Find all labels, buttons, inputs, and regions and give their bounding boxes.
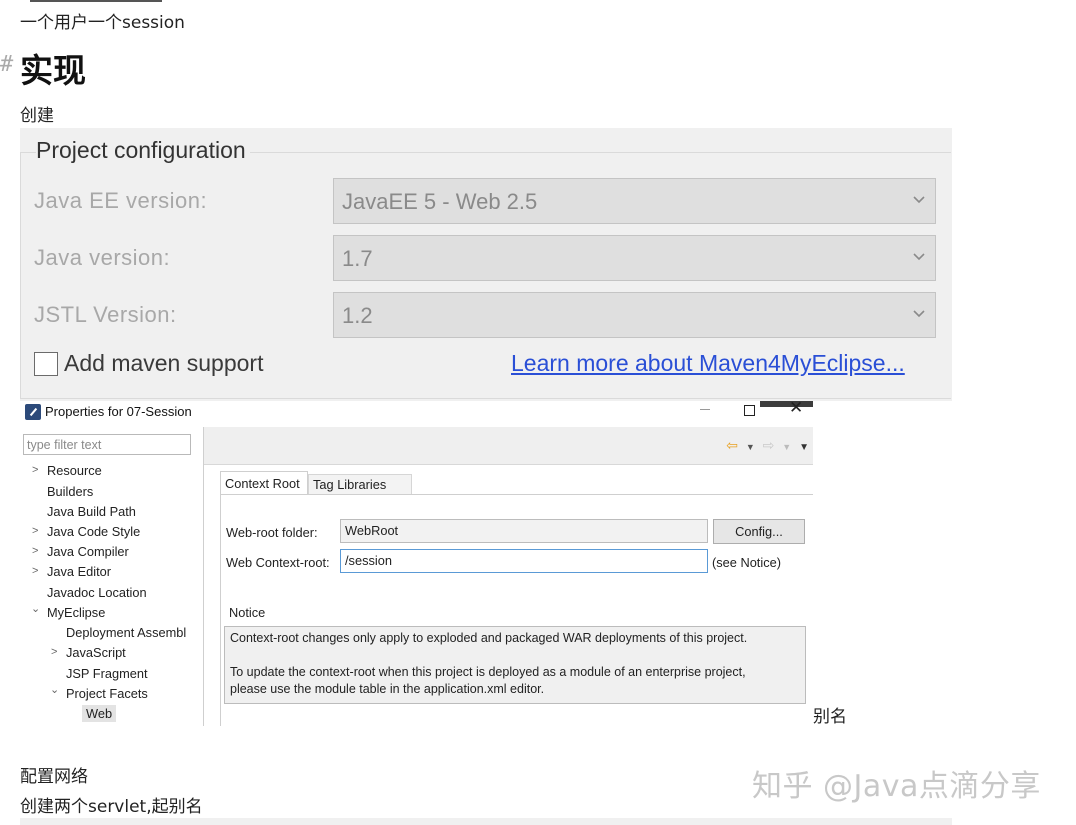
tree-item-java-build-path[interactable]: Java Build Path	[47, 504, 136, 519]
chevron-down-icon	[913, 310, 925, 318]
paragraph-session-per-user: 一个用户一个session	[20, 13, 185, 33]
java-version-label: Java version:	[34, 245, 171, 270]
paragraph-alias: 别名	[813, 707, 847, 727]
notice-heading: Notice	[229, 605, 266, 620]
properties-dialog: Properties for 07-Session ✕ > Resource B…	[20, 401, 813, 726]
property-page: ⇦ ▼ ⇨ ▼ ▼ Context Root Tag Libraries Web…	[204, 427, 813, 726]
tree-item-java-code-style[interactable]: Java Code Style	[47, 524, 140, 539]
forward-arrow-icon[interactable]: ⇨	[763, 437, 775, 453]
tree-item-javascript[interactable]: JavaScript	[66, 645, 126, 660]
jstl-version-select[interactable]: 1.2	[333, 292, 936, 338]
java-ee-version-label: Java EE version:	[34, 188, 208, 213]
section-heading: 实现	[20, 51, 86, 90]
zhihu-watermark: 知乎 @Java点滴分享	[752, 769, 1041, 804]
tree-item-deployment-assembly[interactable]: Deployment Assembl	[66, 625, 186, 640]
notice-line: please use the module table in the appli…	[230, 682, 545, 696]
tab-tag-libraries[interactable]: Tag Libraries	[308, 474, 412, 494]
tree-item-project-facets[interactable]: Project Facets	[66, 686, 148, 701]
collapse-arrow-icon[interactable]: ⌄	[50, 683, 59, 696]
filter-input-wrapper	[23, 434, 191, 455]
project-configuration-panel: Project configuration Java EE version: J…	[20, 128, 952, 401]
web-context-root-label: Web Context-root:	[226, 555, 330, 570]
close-button[interactable]: ✕	[789, 401, 803, 418]
forward-history-dropdown-icon[interactable]: ▼	[782, 442, 791, 452]
property-tree-pane: > Resource Builders Java Build Path > Ja…	[20, 427, 204, 726]
myeclipse-app-icon	[25, 404, 41, 420]
view-menu-icon[interactable]: ▼	[799, 442, 809, 453]
tree-item-myeclipse[interactable]: MyEclipse	[47, 605, 105, 620]
filter-input[interactable]	[24, 435, 190, 454]
expand-arrow-icon[interactable]: >	[51, 646, 57, 658]
web-root-folder-label: Web-root folder:	[226, 525, 318, 540]
notice-line: To update the context-root when this pro…	[230, 665, 746, 679]
divider-line	[30, 0, 162, 2]
chevron-down-icon	[913, 196, 925, 204]
add-maven-label[interactable]: Add maven support	[64, 350, 263, 377]
maximize-button[interactable]	[744, 405, 755, 416]
next-image-edge	[20, 818, 952, 825]
java-ee-version-value: JavaEE 5 - Web 2.5	[342, 189, 538, 214]
navigation-controls: ⇦ ▼ ⇨ ▼ ▼	[722, 437, 809, 454]
tree-item-java-editor[interactable]: Java Editor	[47, 564, 111, 579]
dialog-title: Properties for 07-Session	[45, 404, 192, 419]
tree-item-web[interactable]: Web	[82, 705, 117, 722]
titlebar-shadow	[760, 401, 813, 407]
learn-more-maven-link[interactable]: Learn more about Maven4MyEclipse...	[511, 350, 905, 377]
back-history-dropdown-icon[interactable]: ▼	[746, 442, 755, 452]
tree-item-resource[interactable]: Resource	[47, 463, 102, 478]
paragraph-create-servlets: 创建两个servlet,起别名	[20, 797, 203, 817]
java-ee-version-select[interactable]: JavaEE 5 - Web 2.5	[333, 178, 936, 224]
page-toolbar: ⇦ ▼ ⇨ ▼ ▼	[204, 427, 813, 465]
paragraph-configure-network: 配置网络	[20, 767, 88, 787]
expand-arrow-icon[interactable]: >	[32, 525, 38, 537]
tree-item-javadoc-location[interactable]: Javadoc Location	[47, 585, 147, 600]
add-maven-checkbox[interactable]	[34, 352, 58, 376]
jstl-version-value: 1.2	[342, 303, 373, 328]
chevron-down-icon	[913, 253, 925, 261]
expand-arrow-icon[interactable]: >	[32, 545, 38, 557]
tree-item-java-compiler[interactable]: Java Compiler	[47, 544, 129, 559]
tree-item-builders[interactable]: Builders	[47, 484, 93, 499]
expand-arrow-icon[interactable]: >	[32, 565, 38, 577]
notice-box: Context-root changes only apply to explo…	[224, 626, 806, 704]
paragraph-create: 创建	[20, 106, 54, 126]
web-root-folder-field[interactable]: WebRoot	[340, 519, 708, 543]
config-button[interactable]: Config...	[713, 519, 805, 544]
heading-anchor-icon[interactable]: #	[0, 52, 13, 77]
java-version-value: 1.7	[342, 246, 373, 271]
web-context-root-input[interactable]: /session	[340, 549, 708, 573]
see-notice-text: (see Notice)	[712, 555, 781, 570]
group-title: Project configuration	[36, 137, 250, 164]
notice-line: Context-root changes only apply to explo…	[230, 631, 748, 645]
expand-arrow-icon[interactable]: >	[32, 464, 38, 476]
back-arrow-icon[interactable]: ⇦	[726, 437, 738, 453]
jstl-version-label: JSTL Version:	[34, 302, 177, 327]
collapse-arrow-icon[interactable]: ⌄	[31, 602, 40, 615]
tab-context-root[interactable]: Context Root	[220, 471, 308, 494]
java-version-select[interactable]: 1.7	[333, 235, 936, 281]
tree-item-jsp-fragment[interactable]: JSP Fragment	[66, 666, 148, 681]
minimize-button[interactable]	[700, 409, 710, 410]
